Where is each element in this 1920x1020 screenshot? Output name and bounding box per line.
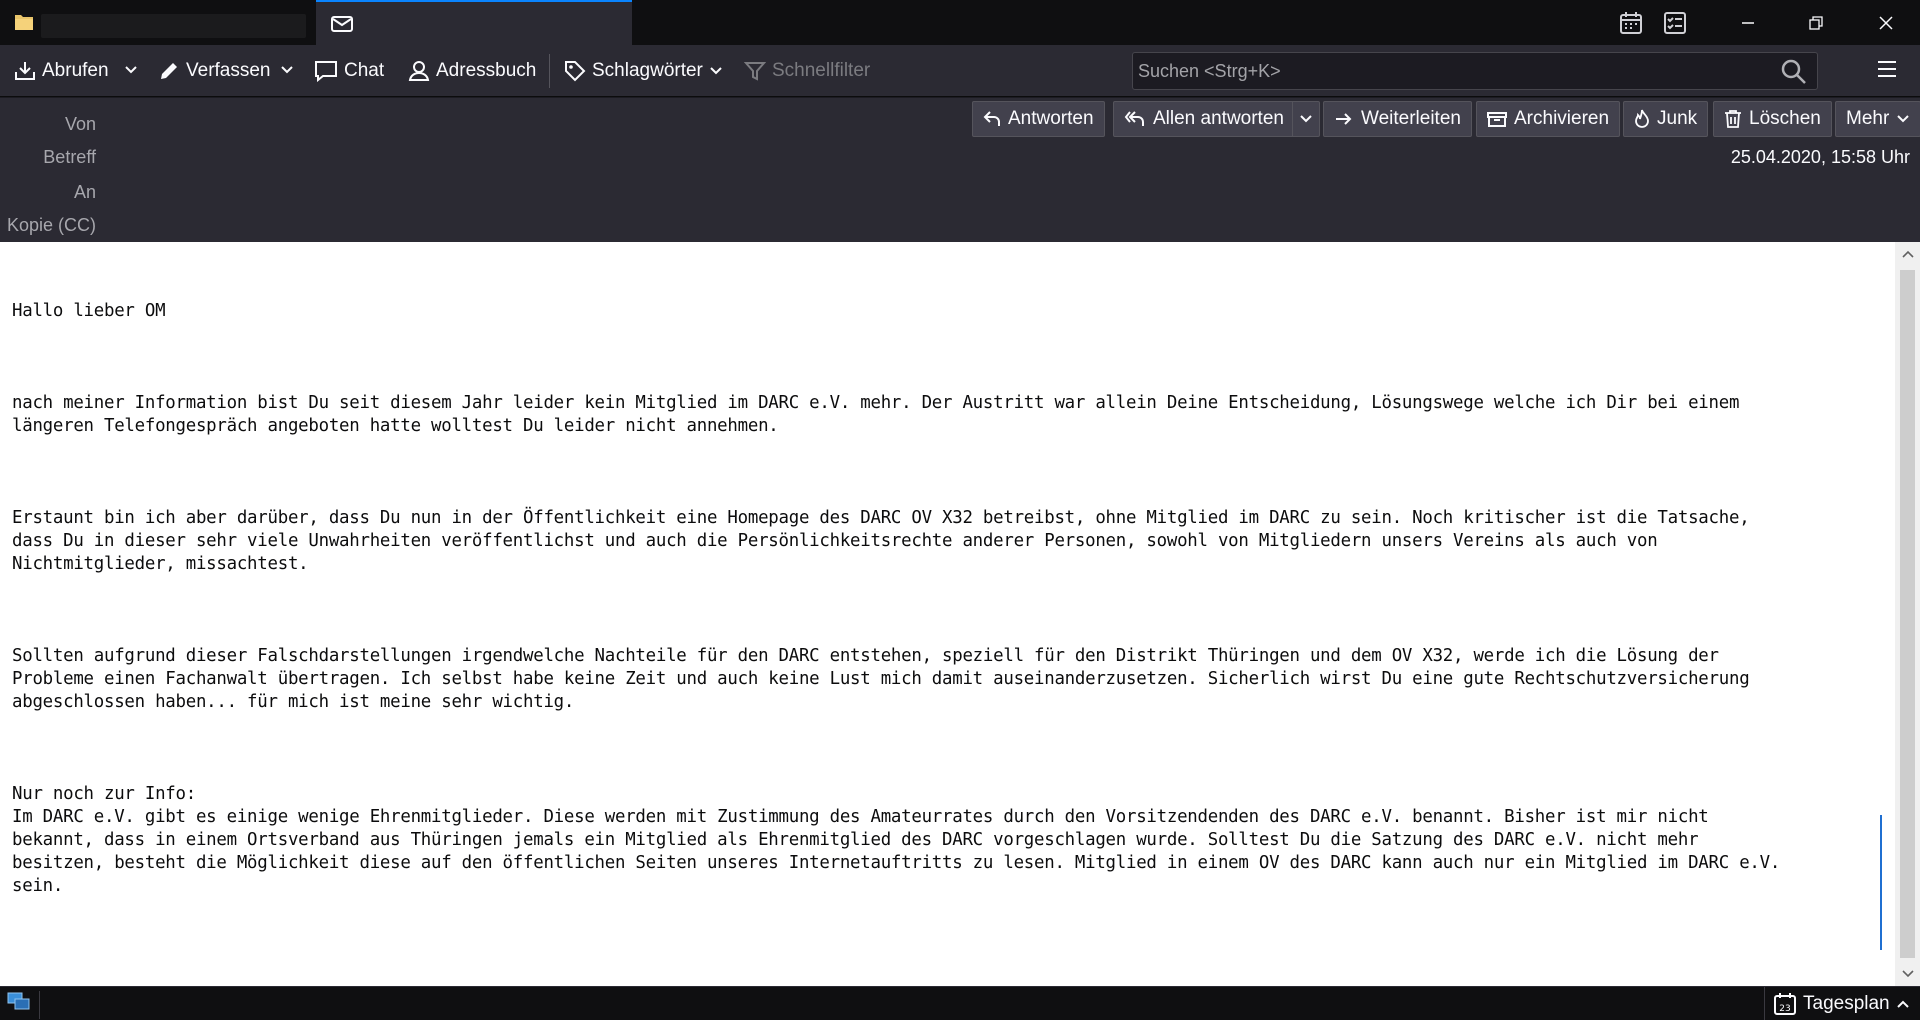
pencil-icon	[161, 63, 177, 79]
calendar-icon[interactable]	[1618, 10, 1644, 36]
scroll-up-button[interactable]	[1895, 242, 1920, 266]
delete-label: Löschen	[1749, 108, 1821, 129]
restore-icon	[1809, 15, 1823, 30]
message-paragraph: nach meiner Information bist Du seit die…	[12, 393, 1740, 436]
tab-title-redacted	[41, 14, 306, 38]
filter-icon	[744, 62, 766, 81]
reply-all-button[interactable]: Allen antworten	[1113, 101, 1295, 137]
contacts-icon	[408, 61, 430, 81]
reply-icon	[983, 111, 1000, 126]
chevron-up-icon	[1901, 250, 1914, 258]
minimize-button[interactable]	[1714, 0, 1782, 45]
message-paragraph: Erstaunt bin ich aber darüber, dass Du n…	[12, 508, 1750, 574]
mail-toolbar: Abrufen Verfassen Chat Adressbuch Schlag…	[0, 45, 1920, 97]
hamburger-menu-icon[interactable]	[1876, 58, 1898, 80]
mail-icon	[331, 16, 353, 32]
greeting-paragraph: Hallo lieber OM	[12, 301, 166, 321]
calendar-day-icon: 23	[1774, 993, 1796, 1015]
search-placeholder: Suchen <Strg+K>	[1138, 61, 1281, 81]
scrollbar-thumb[interactable]	[1900, 270, 1915, 958]
quick-filter-label: Schnellfilter	[772, 60, 871, 81]
tags-label: Schlagwörter	[592, 60, 703, 81]
get-messages-button[interactable]: Abrufen	[14, 54, 109, 88]
search-input[interactable]: Suchen <Strg+K>	[1132, 52, 1818, 90]
today-pane-label: Tagesplan	[1803, 993, 1890, 1014]
delete-button[interactable]: Löschen	[1713, 101, 1832, 137]
status-bar: 23 Tagesplan	[0, 986, 1920, 1020]
reply-all-dropdown[interactable]	[1292, 101, 1320, 137]
message-date: 25.04.2020, 15:58 Uhr	[1730, 147, 1910, 167]
address-book-button[interactable]: Adressbuch	[408, 54, 536, 88]
tags-button[interactable]: Schlagwörter	[564, 54, 723, 88]
chevron-down-icon	[1300, 115, 1312, 123]
message-paragraph: Nur noch zur Info: Im DARC e.V. gibt es …	[12, 784, 1781, 896]
calendar-day-number: 23	[1779, 1004, 1790, 1014]
compose-button[interactable]: Verfassen	[158, 54, 271, 88]
archive-label: Archivieren	[1514, 108, 1610, 129]
reply-label: Antworten	[1008, 108, 1094, 129]
minimize-icon	[1742, 21, 1754, 24]
network-icon	[7, 992, 30, 1010]
junk-label: Junk	[1657, 108, 1698, 129]
to-label: An	[73, 182, 96, 202]
chevron-down-icon	[1897, 115, 1910, 123]
cc-label: Kopie (CC)	[6, 215, 96, 235]
message-body[interactable]: Hallo lieber OM nach meiner Information …	[0, 242, 1895, 986]
chevron-down-icon[interactable]	[124, 65, 138, 75]
chevron-up-icon	[1896, 1000, 1909, 1008]
chevron-down-icon[interactable]	[280, 65, 294, 75]
forward-label: Weiterleiten	[1361, 108, 1461, 129]
close-button[interactable]	[1852, 0, 1920, 45]
close-icon	[1879, 15, 1893, 30]
tasks-icon[interactable]	[1662, 10, 1688, 36]
forward-button[interactable]: Weiterleiten	[1323, 101, 1472, 137]
vertical-scrollbar[interactable]	[1895, 242, 1920, 986]
from-label: Von	[64, 114, 96, 134]
connection-status[interactable]	[6, 991, 40, 1019]
trash-icon	[1725, 110, 1741, 128]
message-paragraph: Sollten aufgrund dieser Falschdarstellun…	[12, 646, 1750, 712]
subject-label: Betreff	[43, 147, 96, 167]
chat-button[interactable]: Chat	[314, 54, 384, 88]
toolbar-separator	[549, 54, 550, 88]
archive-button[interactable]: Archivieren	[1476, 101, 1621, 137]
message-text: Hallo lieber OM nach meiner Information …	[12, 254, 1872, 967]
reply-all-label: Allen antworten	[1153, 108, 1284, 129]
tab-folder[interactable]	[0, 0, 316, 45]
focus-indicator	[1880, 815, 1882, 950]
forward-arrow-icon	[1336, 113, 1352, 125]
quick-filter-button[interactable]: Schnellfilter	[744, 54, 870, 88]
chevron-down-icon	[710, 67, 722, 75]
tag-icon	[565, 61, 586, 82]
chat-label: Chat	[344, 60, 385, 81]
reply-button[interactable]: Antworten	[972, 101, 1105, 137]
more-label: Mehr	[1846, 108, 1890, 129]
restore-button[interactable]	[1782, 0, 1850, 45]
chat-icon	[315, 61, 337, 82]
search-icon	[1781, 59, 1806, 84]
reply-all-icon	[1124, 111, 1144, 126]
junk-button[interactable]: Junk	[1623, 101, 1709, 137]
get-messages-label: Abrufen	[42, 60, 109, 81]
flame-icon	[1635, 109, 1649, 128]
archive-icon	[1487, 112, 1507, 127]
more-button[interactable]: Mehr	[1835, 101, 1920, 137]
tab-message[interactable]	[316, 0, 632, 45]
tab-bar	[0, 0, 1920, 45]
compose-label: Verfassen	[186, 60, 271, 81]
message-header: Von Betreff An Kopie (CC) Antworten Alle…	[0, 98, 1920, 242]
scroll-down-button[interactable]	[1895, 962, 1920, 986]
address-book-label: Adressbuch	[436, 60, 537, 81]
download-icon	[15, 62, 35, 80]
today-pane-toggle[interactable]: 23 Tagesplan	[1764, 987, 1920, 1020]
chevron-down-icon	[1901, 970, 1914, 978]
folder-icon	[15, 15, 33, 30]
